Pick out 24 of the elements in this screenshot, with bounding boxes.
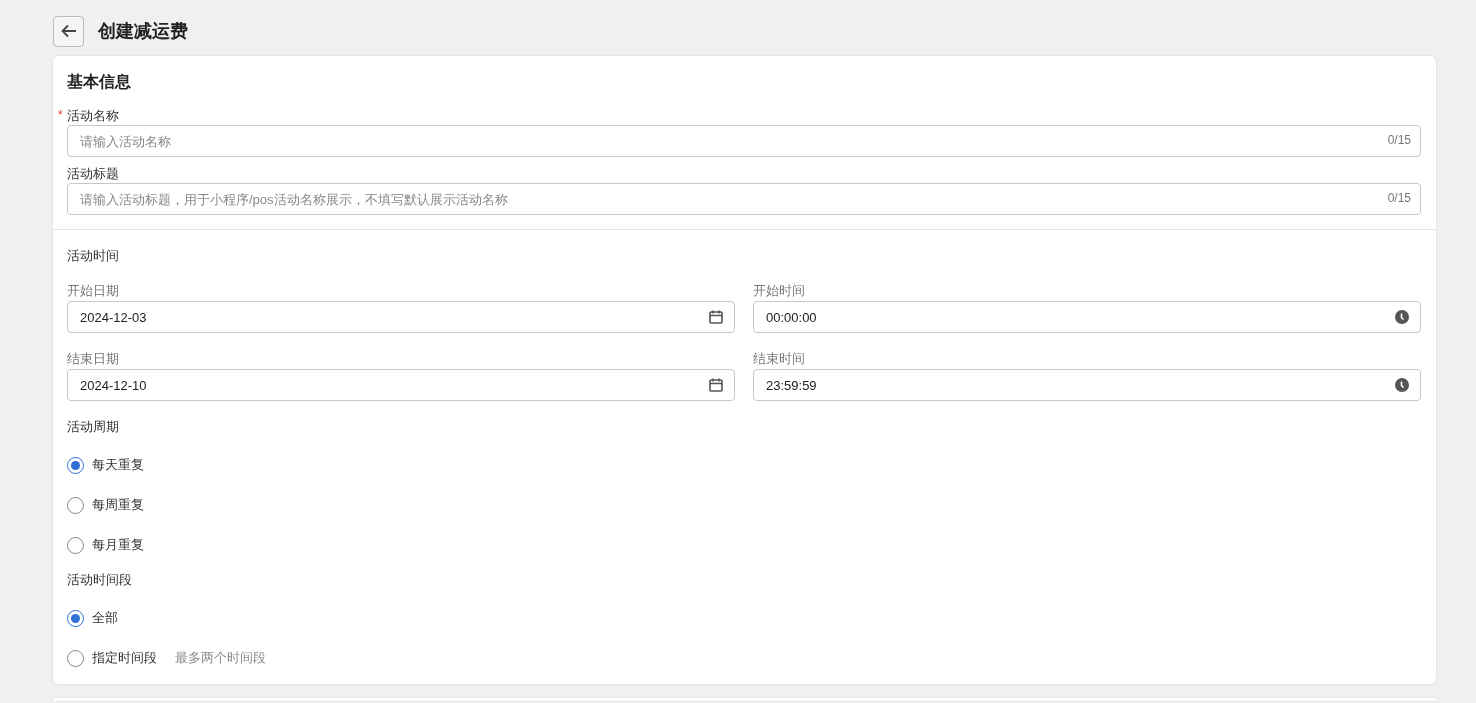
page-title: 创建减运费 [98,20,188,43]
date-input[interactable]: 2024-12-10 [67,369,735,401]
character-counter: 0/15 [1387,191,1411,205]
radio-label[interactable]: 指定时间段 [92,649,157,667]
time-input[interactable]: 00:00:00 [753,301,1421,333]
time-input[interactable]: 23:59:59 [753,369,1421,401]
field-label: 结束日期 [67,350,120,367]
radio-label[interactable]: 每天重复 [92,456,144,474]
character-counter: 0/15 [1387,133,1411,147]
radio-label[interactable]: 每月重复 [92,536,144,554]
field-label: 开始时间 [753,282,806,299]
field-label: 活动名称 [67,108,119,123]
hint-text: 最多两个时间段 [175,649,266,667]
radio-label[interactable]: 每周重复 [92,496,144,514]
section-label: 活动时间段 [67,571,133,588]
field-label: 开始日期 [67,282,120,299]
required-asterisk: * [58,107,63,124]
radio-label[interactable]: 全部 [92,609,118,627]
section-label: 活动时间 [67,247,120,264]
section-label: 活动周期 [67,418,120,435]
date-input[interactable]: 2024-12-03 [67,301,735,333]
field-label: 结束时间 [753,350,806,367]
section-title: 基本信息 [67,72,132,92]
field-label: 活动标题 [67,166,119,181]
